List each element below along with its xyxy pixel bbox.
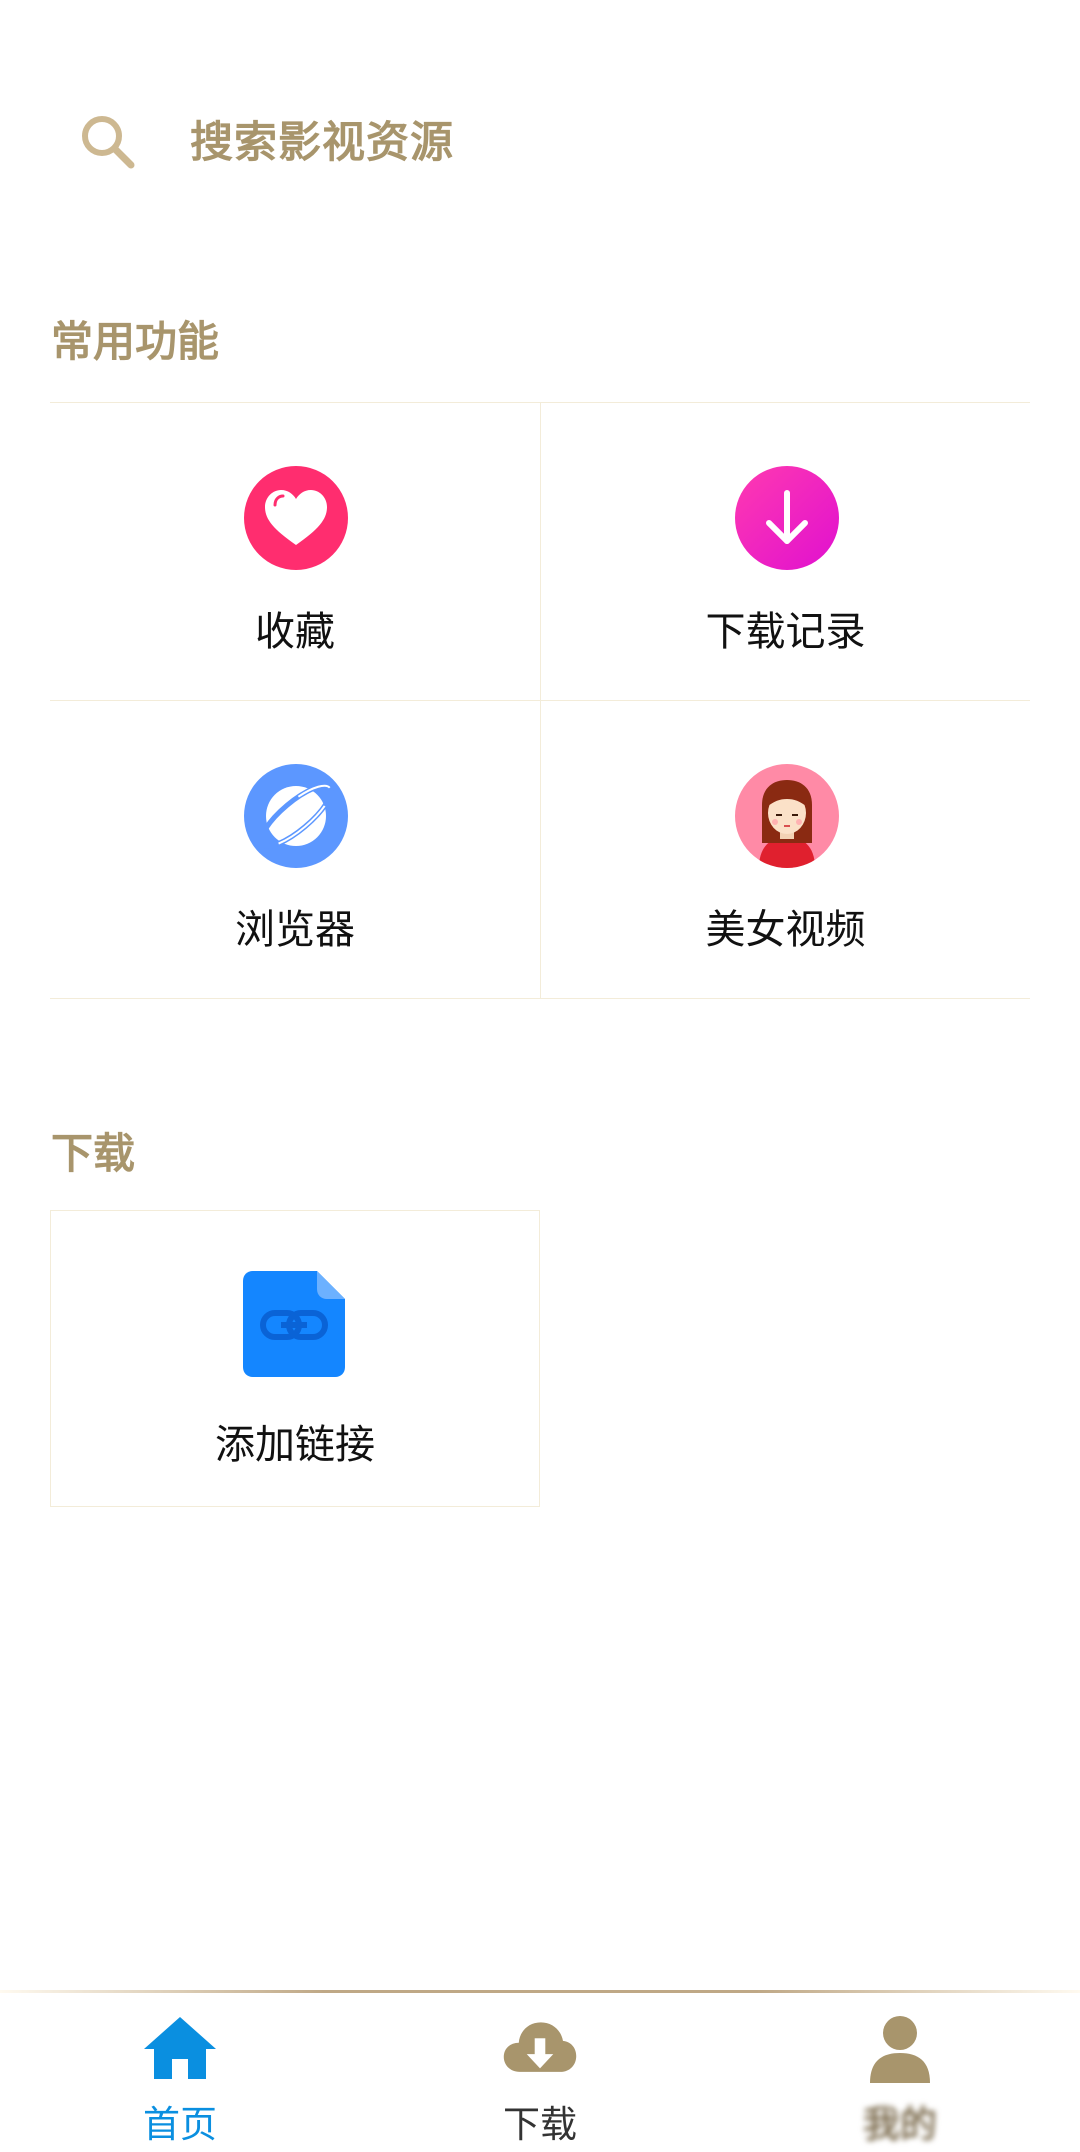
bottom-nav: 首页 下载 我的 — [0, 1993, 1080, 2152]
download-arrow-icon — [735, 466, 839, 570]
beauty-video-label: 美女视频 — [705, 907, 866, 953]
cloud-download-icon — [503, 2022, 577, 2072]
search-bar[interactable]: 搜索影视资源 — [0, 0, 1080, 280]
nav-download-label: 下载 — [503, 2103, 577, 2146]
add-link-tile[interactable]: 添加链接 — [50, 1210, 540, 1507]
favorites-tile[interactable]: 收藏 — [50, 403, 540, 700]
download-history-label: 下载记录 — [705, 609, 866, 655]
nav-home[interactable]: 首页 — [0, 1993, 360, 2152]
common-functions-grid: 收藏 下载记录 浏览器 美女视频 — [50, 402, 1030, 999]
search-icon — [82, 116, 135, 169]
browser-planet-icon — [244, 764, 348, 868]
section-title-download: 下载 — [51, 1129, 136, 1178]
home-icon — [144, 2017, 216, 2079]
download-history-tile[interactable]: 下载记录 — [540, 403, 1030, 700]
girl-avatar-icon — [735, 764, 839, 868]
user-icon — [870, 2016, 930, 2083]
favorites-label: 收藏 — [255, 609, 335, 655]
heart-icon — [244, 466, 348, 570]
search-placeholder[interactable]: 搜索影视资源 — [190, 108, 454, 170]
section-title-common: 常用功能 — [51, 317, 220, 366]
nav-download[interactable]: 下载 — [360, 1993, 720, 2152]
browser-label: 浏览器 — [235, 907, 355, 953]
grid-row: 浏览器 美女视频 — [50, 701, 1030, 999]
nav-me[interactable]: 我的 — [720, 1993, 1080, 2152]
browser-tile[interactable]: 浏览器 — [50, 701, 540, 998]
nav-home-label: 首页 — [143, 2103, 217, 2146]
add-link-label: 添加链接 — [215, 1422, 375, 1468]
beauty-video-tile[interactable]: 美女视频 — [540, 701, 1030, 998]
nav-me-label: 我的 — [863, 2103, 937, 2146]
link-file-icon — [243, 1271, 345, 1377]
grid-row: 收藏 下载记录 — [50, 403, 1030, 701]
